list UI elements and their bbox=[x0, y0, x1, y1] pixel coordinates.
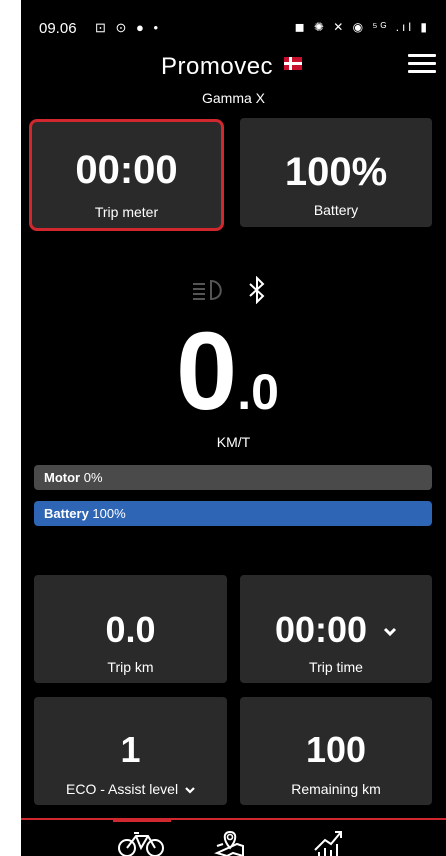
trip-time-label: Trip time bbox=[309, 659, 363, 675]
app-screen: 09.06 ⊡ ⊙ ● • ◼ ✺ ✕ ◉ ⁵ᴳ .ıl ▮ Promovec … bbox=[21, 0, 446, 856]
brand-logo: Promovec bbox=[161, 53, 274, 80]
danish-flag-icon bbox=[284, 57, 302, 70]
speed-unit: KM/T bbox=[216, 434, 251, 450]
trip-km-value: 0.0 bbox=[105, 609, 156, 650]
motor-bar-label: Motor bbox=[44, 470, 81, 485]
trip-time-tile[interactable]: 00:00 Trip time bbox=[240, 575, 432, 683]
battery-value: 100% bbox=[284, 150, 388, 194]
trip-time-text: 00:00 bbox=[274, 609, 368, 650]
status-time: 09.06 bbox=[39, 20, 77, 37]
remaining-km-value: 100 bbox=[305, 729, 367, 770]
bottom-nav bbox=[21, 818, 446, 856]
system-icons: ◼ ✺ ✕ ◉ ⁵ᴳ .ıl ▮ bbox=[294, 20, 430, 34]
assist-level-label: ECO - Assist level bbox=[34, 781, 227, 797]
assist-level-value: 1 bbox=[120, 729, 141, 770]
assist-level-tile[interactable]: 1 ECO - Assist level bbox=[34, 697, 227, 805]
speed-display: 0.0 bbox=[176, 317, 279, 427]
chevron-down-icon[interactable] bbox=[185, 786, 195, 794]
trip-meter-tile[interactable]: 00:00 Trip meter bbox=[29, 119, 224, 231]
headlight-icon[interactable] bbox=[189, 276, 229, 304]
indicator-row bbox=[189, 276, 269, 304]
hamburger-menu-icon[interactable] bbox=[408, 54, 436, 74]
chevron-down-icon[interactable] bbox=[383, 627, 397, 637]
remaining-km-tile[interactable]: 100 Remaining km bbox=[240, 697, 432, 805]
bike-model: Gamma X bbox=[201, 90, 265, 106]
status-bar: 09.06 ⊡ ⊙ ● • ◼ ✺ ✕ ◉ ⁵ᴳ .ıl ▮ bbox=[21, 0, 446, 40]
bike-icon[interactable] bbox=[117, 830, 165, 856]
battery-label: Battery bbox=[313, 202, 359, 218]
trip-time-value: 00:00 bbox=[240, 609, 432, 651]
bluetooth-icon[interactable] bbox=[247, 276, 267, 304]
trip-km-label: Trip km bbox=[107, 659, 154, 675]
battery-bar-value: 100% bbox=[92, 506, 126, 521]
battery-bar-label: Battery bbox=[44, 506, 89, 521]
motor-bar-value: 0% bbox=[83, 470, 103, 485]
notification-icons: ⊡ ⊙ ● • bbox=[95, 20, 162, 35]
active-tab-indicator bbox=[113, 818, 171, 822]
speed-integer: 0 bbox=[176, 310, 238, 433]
map-icon[interactable] bbox=[213, 828, 247, 856]
remaining-km-label: Remaining km bbox=[291, 781, 381, 797]
trip-meter-value: 00:00 bbox=[75, 148, 178, 192]
stats-icon[interactable] bbox=[311, 826, 345, 856]
battery-bar: Battery 100% bbox=[34, 501, 432, 526]
battery-tile[interactable]: 100% Battery bbox=[240, 118, 432, 227]
trip-meter-label: Trip meter bbox=[94, 204, 159, 220]
speed-decimal: .0 bbox=[237, 364, 279, 420]
trip-km-tile[interactable]: 0.0 Trip km bbox=[34, 575, 227, 683]
motor-bar: Motor 0% bbox=[34, 465, 432, 490]
assist-level-text: ECO - Assist level bbox=[66, 781, 179, 797]
